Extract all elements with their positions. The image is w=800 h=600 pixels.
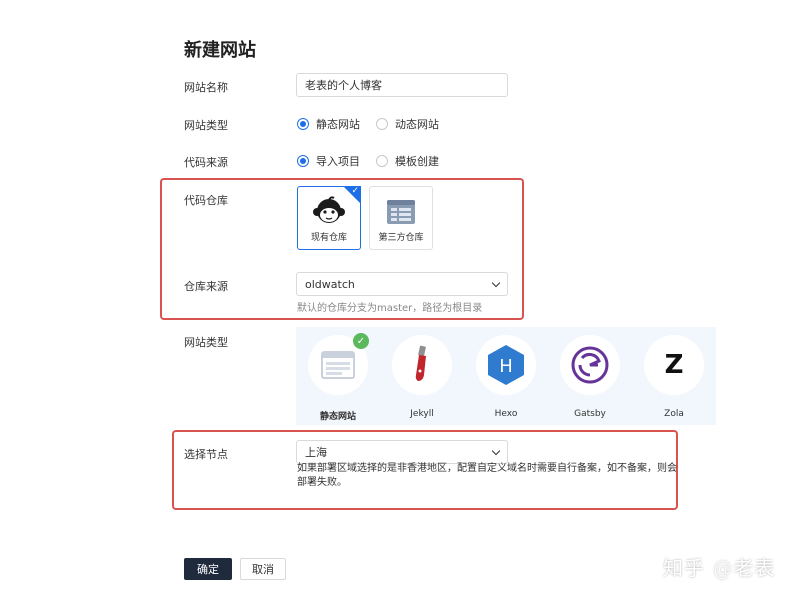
radio-button-checked[interactable]: [297, 155, 309, 167]
repo-source-hint: 默认的仓库分支为master，路径为根目录: [297, 303, 483, 314]
framework-caption: Gatsby: [574, 409, 606, 419]
radio-button-checked[interactable]: [297, 118, 309, 130]
zola-icon: Z: [664, 350, 684, 380]
framework-caption: Zola: [664, 409, 684, 419]
framework-caption: 静态网站: [319, 412, 356, 422]
hexo-icon: H: [488, 345, 524, 385]
radio-static-site[interactable]: 静态网站: [297, 116, 360, 132]
check-circle-icon: ✓: [353, 333, 369, 349]
framework-caption: Hexo: [494, 409, 518, 419]
repo-source-label: 仓库来源: [184, 280, 228, 293]
framework-caption: Jekyll: [410, 409, 434, 419]
page-title: 新建网站: [184, 40, 256, 61]
static-site-icon: [321, 351, 355, 379]
cancel-button[interactable]: 取消: [240, 558, 286, 580]
repo-source-value: oldwatch: [305, 277, 355, 291]
code-source-label: 代码来源: [184, 156, 228, 169]
jekyll-icon: [415, 345, 426, 381]
framework-strip: 静态网站 ✓ Jekyll H Hexo Gatsby Z Zola: [296, 327, 716, 425]
radio-label: 动态网站: [395, 118, 439, 131]
repo-source-select[interactable]: oldwatch: [296, 272, 508, 296]
radio-import-project[interactable]: 导入项目: [297, 153, 360, 169]
framework-icon-circle: [392, 335, 452, 395]
radio-dynamic-site[interactable]: 动态网站: [376, 116, 439, 132]
radio-template-create[interactable]: 模板创建: [376, 153, 439, 169]
gatsby-icon: [571, 346, 609, 384]
repository-icon: [387, 200, 415, 224]
site-type-label: 网站类型: [184, 119, 228, 132]
site-name-label: 网站名称: [184, 81, 228, 94]
framework-card-static[interactable]: 静态网站 ✓: [296, 327, 380, 425]
framework-card-jekyll[interactable]: Jekyll: [380, 327, 464, 425]
radio-label: 静态网站: [316, 118, 360, 131]
code-source-radio-group: 导入项目 模板创建: [297, 153, 455, 169]
framework-icon-circle: Z: [644, 335, 704, 395]
node-label: 选择节点: [184, 448, 228, 461]
node-value: 上海: [305, 446, 327, 459]
radio-label: 模板创建: [395, 155, 439, 168]
framework-card-zola[interactable]: Z Zola: [632, 327, 716, 425]
framework-card-hexo[interactable]: H Hexo: [464, 327, 548, 425]
repo-card-third-party[interactable]: 第三方仓库: [369, 186, 433, 250]
chevron-down-icon: [491, 278, 501, 287]
site-type-radio-group: 静态网站 动态网站: [297, 116, 455, 132]
framework-label: 网站类型: [184, 336, 228, 349]
framework-icon-circle: [560, 335, 620, 395]
repo-card-caption: 第三方仓库: [378, 233, 424, 243]
hexo-letter: H: [499, 356, 513, 377]
checkmark-icon: ✓: [351, 186, 359, 196]
confirm-button[interactable]: 确定: [184, 558, 232, 580]
radio-button[interactable]: [376, 155, 388, 167]
repo-card-existing[interactable]: 现有仓库 ✓: [297, 186, 361, 250]
code-repo-label: 代码仓库: [184, 194, 228, 207]
repo-card-caption: 现有仓库: [310, 233, 347, 243]
site-name-input[interactable]: [296, 73, 508, 97]
framework-card-gatsby[interactable]: Gatsby: [548, 327, 632, 425]
monkey-icon: [313, 196, 345, 223]
watermark: 知乎 @老表: [663, 556, 776, 580]
node-select[interactable]: 上海: [296, 440, 508, 464]
node-hint: 如果部署区域选择的是非香港地区，配置自定义域名时需要自行备案，如不备案，则会部署…: [297, 463, 677, 488]
radio-label: 导入项目: [316, 155, 360, 168]
framework-icon-circle: H: [476, 335, 536, 395]
radio-button[interactable]: [376, 118, 388, 130]
chevron-down-icon: [491, 446, 501, 455]
